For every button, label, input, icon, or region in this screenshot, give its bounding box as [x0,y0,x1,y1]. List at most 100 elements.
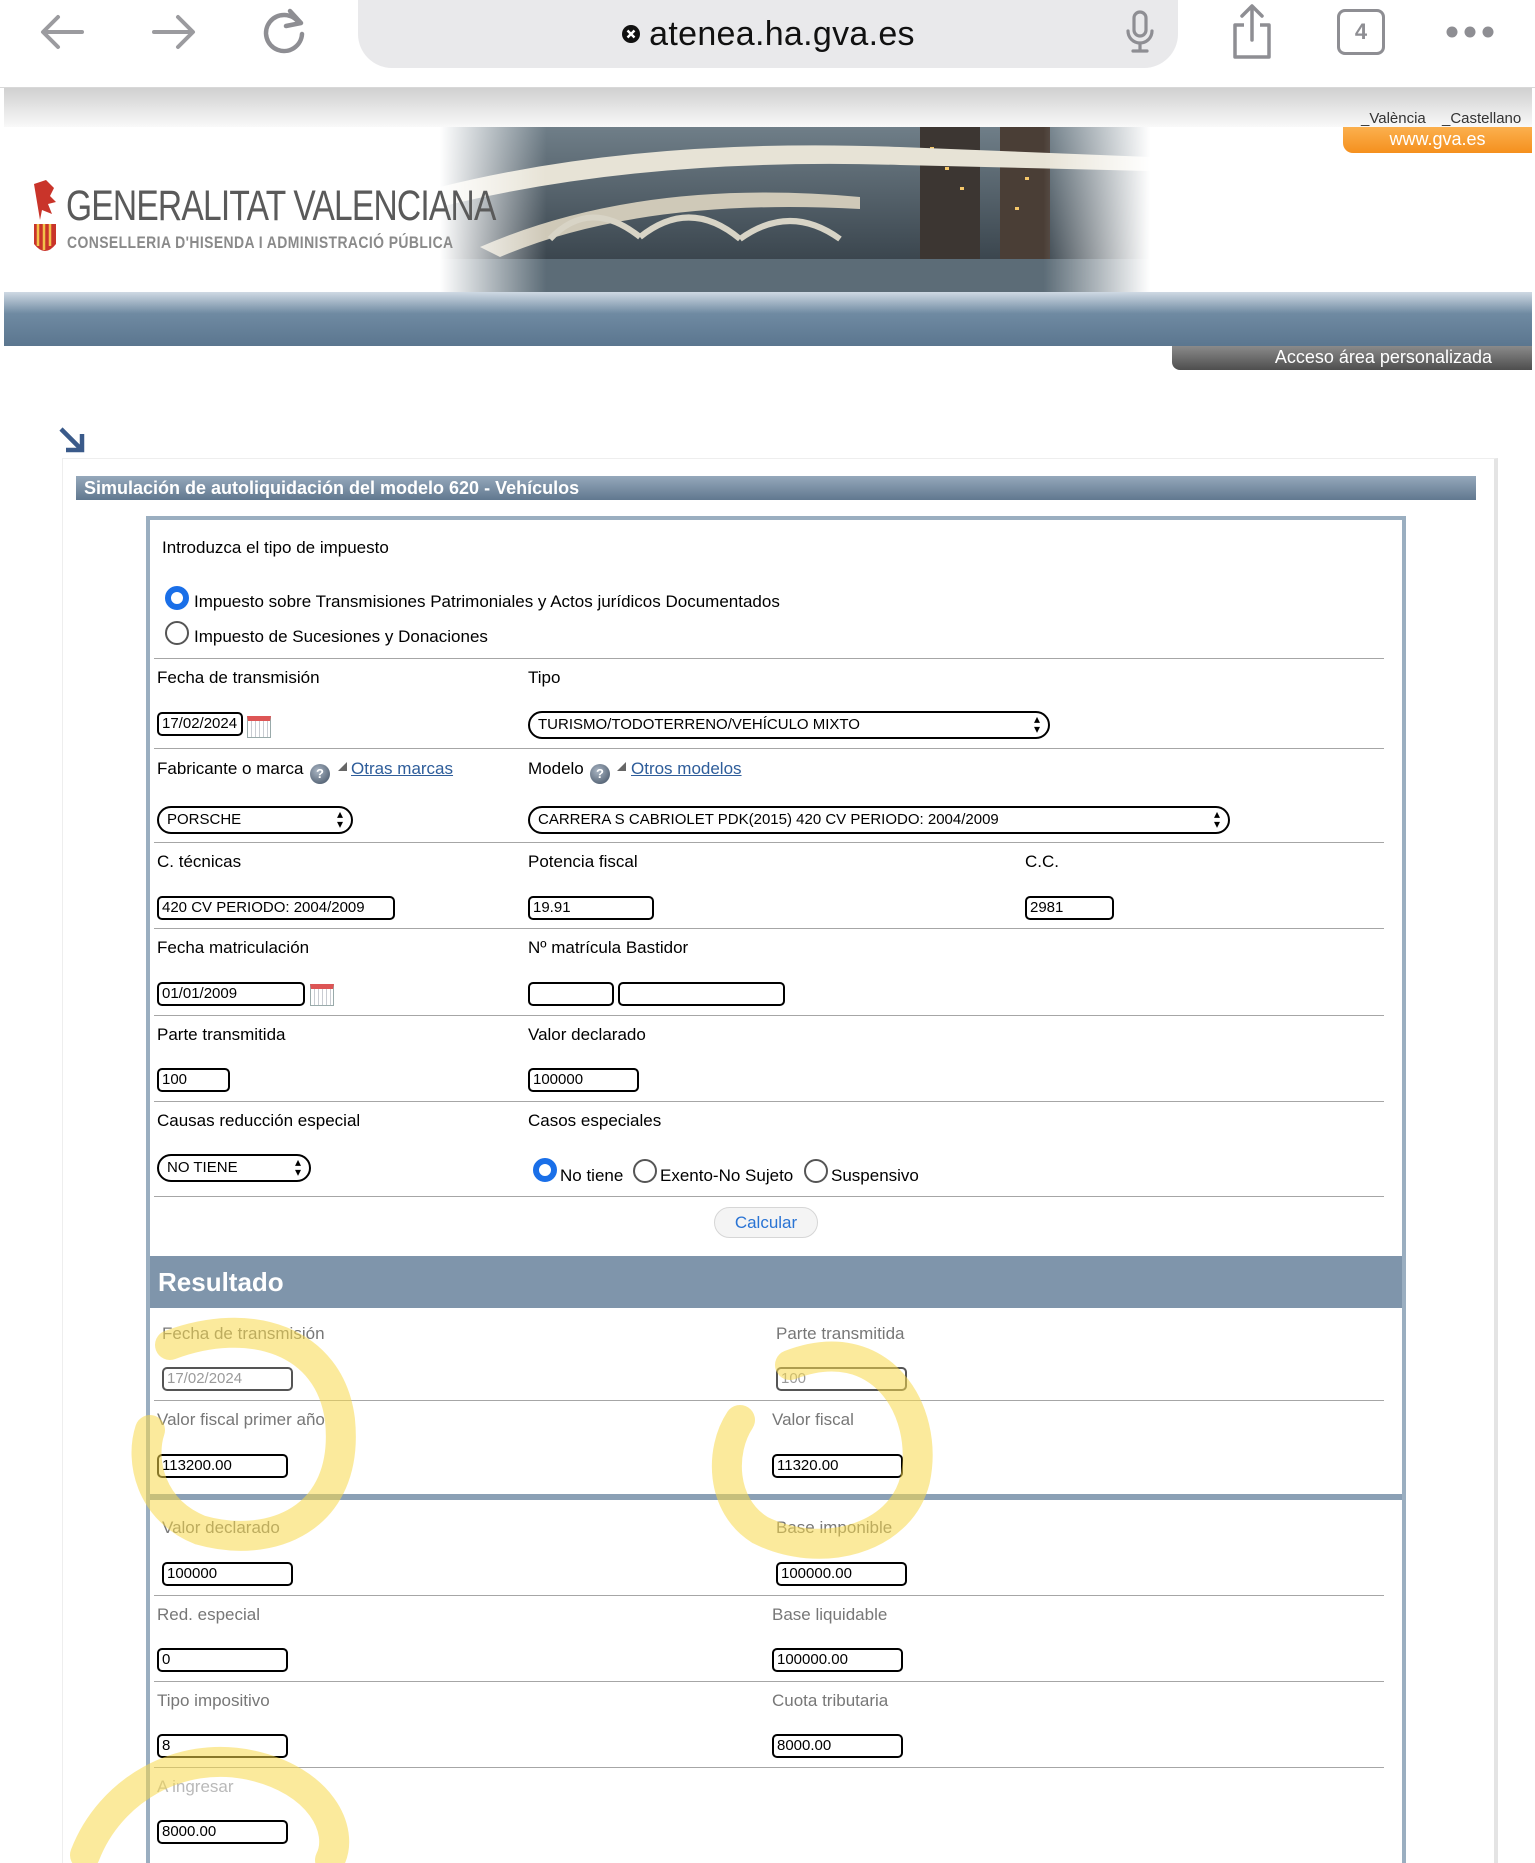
radio-itp[interactable] [165,586,189,610]
forward-arrow-icon[interactable] [146,8,202,56]
radio-suspensivo[interactable] [804,1159,828,1183]
divider [154,748,1384,749]
otras-marcas-link[interactable]: Otras marcas [351,759,453,779]
address-bar[interactable]: atenea.ha.gva.es [358,0,1178,68]
microphone-icon[interactable] [1120,8,1160,56]
res-valor-decl-input: 100000 [162,1562,293,1586]
bastidor-input[interactable] [618,982,785,1006]
divider [154,842,1384,843]
fabricante-label: Fabricante o marca [157,759,304,778]
section-divider [150,1494,1402,1500]
res-valor-fiscal-primer-input: 113200.00 [157,1454,288,1478]
res-valor-fiscal-primer-label: Valor fiscal primer año [157,1410,325,1429]
parte-label: Parte transmitida [157,1025,286,1044]
divider [154,928,1384,929]
tipo-select[interactable]: TURISMO/TODOTERRENO/VEHÍCULO MIXTO ▴ ▾ [528,711,1050,739]
fecha-matric-input[interactable]: 01/01/2009 [157,982,305,1006]
res-base-imponible-label: Base imponible [776,1518,893,1537]
causas-value: NO TIENE [167,1159,238,1176]
res-base-imponible-input: 100000.00 [776,1562,907,1586]
acceso-area-button[interactable]: Acceso área personalizada [1172,346,1532,370]
triangle-icon [338,762,347,771]
ctecnicas-label: C. técnicas [157,852,242,871]
res-a-ingresar-label: A ingresar [157,1777,234,1796]
res-parte-label: Parte transmitida [776,1324,905,1343]
divider [154,658,1384,659]
radio-itp-label: Impuesto sobre Transmisiones Patrimonial… [194,592,780,611]
cc-input[interactable]: 2981 [1025,896,1114,920]
res-a-ingresar-input: 8000.00 [157,1820,288,1844]
valor-decl-input[interactable]: 100000 [528,1068,639,1092]
fecha-matric-label: Fecha matriculación [157,938,310,957]
fabricante-value: PORSCHE [167,811,242,828]
modelo-label: Modelo [528,759,584,778]
otros-modelos-link[interactable]: Otros modelos [631,759,742,779]
more-icon[interactable] [1444,8,1496,56]
divider [154,1101,1384,1102]
impuesto-intro: Introduzca el tipo de impuesto [162,538,389,557]
form-title: Simulación de autoliquidación del modelo… [76,476,1476,500]
logo-title: GENERALITAT VALENCIANA [66,182,496,230]
gva-link[interactable]: www.gva.es [1343,127,1532,153]
matricula-label: Nº matrícula Bastidor [528,938,689,957]
lang-castellano-link[interactable]: _Castellano [1442,110,1521,127]
res-base-liquidable-input: 100000.00 [772,1648,903,1672]
radio-exento-label: Exento-No Sujeto [660,1166,794,1185]
causas-select[interactable]: NO TIENE ▴ ▾ [157,1154,311,1182]
radio-sucesiones[interactable] [165,621,189,645]
divider [154,1767,1384,1768]
reload-icon[interactable] [256,8,312,56]
causas-label: Causas reducción especial [157,1111,361,1130]
radio-sucesiones-label: Impuesto de Sucesiones y Donaciones [194,627,488,646]
res-valor-decl-label: Valor declarado [162,1518,280,1537]
tipo-label: Tipo [528,668,561,687]
res-red-especial-input: 0 [157,1648,288,1672]
lang-valencia-link[interactable]: _València [1361,110,1426,127]
calendar-icon[interactable] [310,984,334,1006]
parte-input[interactable]: 100 [157,1068,230,1092]
res-base-liquidable-label: Base liquidable [772,1605,888,1624]
browser-toolbar: atenea.ha.gva.es 4 [0,0,1535,88]
divider [154,1595,1384,1596]
calcular-button[interactable]: Calcular [714,1207,818,1238]
logo-icon [28,180,62,260]
stop-icon[interactable] [621,24,641,44]
potencia-label: Potencia fiscal [528,852,638,871]
help-icon[interactable]: ? [590,764,610,784]
tipo-value: TURISMO/TODOTERRENO/VEHÍCULO MIXTO [538,716,860,733]
banner-photo [440,127,1150,292]
potencia-input[interactable]: 19.91 [528,896,654,920]
res-tipo-imp-label: Tipo impositivo [157,1691,270,1710]
res-cuota-input: 8000.00 [772,1734,903,1758]
fabricante-select[interactable]: PORSCHE ▴ ▾ [157,806,353,834]
chevron-updown-icon: ▴ ▾ [336,807,343,831]
back-arrow-icon[interactable] [34,8,90,56]
divider [154,1681,1384,1682]
radio-no-tiene-label: No tiene [560,1166,624,1185]
divider [154,1196,1384,1197]
share-icon[interactable] [1224,2,1280,62]
modelo-select[interactable]: CARRERA S CABRIOLET PDK(2015) 420 CV PER… [528,806,1230,834]
res-fecha-input: 17/02/2024 [162,1367,293,1391]
fecha-transmision-input[interactable]: 17/02/2024 [157,712,243,736]
logo-subtitle: CONSELLERIA D'HISENDA I ADMINISTRACIÓ PÚ… [67,233,454,252]
chevron-updown-icon: ▴ ▾ [294,1155,301,1179]
arrow-down-right-icon [58,426,86,459]
calendar-icon[interactable] [247,716,271,738]
help-icon[interactable]: ? [310,764,330,784]
radio-no-tiene[interactable] [533,1158,557,1182]
radio-suspensivo-label: Suspensivo [831,1166,919,1185]
page: { "browser": { "url": "atenea.ha.gva.es"… [0,0,1535,1863]
chevron-updown-icon: ▴ ▾ [1033,712,1040,736]
radio-exento[interactable] [633,1159,657,1183]
fecha-transmision-label: Fecha de transmisión [157,668,320,687]
valor-decl-label: Valor declarado [528,1025,646,1044]
modelo-value: CARRERA S CABRIOLET PDK(2015) 420 CV PER… [538,811,999,828]
divider [154,1015,1384,1016]
url-text: atenea.ha.gva.es [649,14,915,53]
divider [154,1400,1384,1401]
res-valor-fiscal-input: 11320.00 [772,1454,903,1478]
tab-count-button[interactable]: 4 [1337,9,1385,55]
ctecnicas-input[interactable]: 420 CV PERIODO: 2004/2009 [157,896,395,920]
matricula-input[interactable] [528,982,614,1006]
